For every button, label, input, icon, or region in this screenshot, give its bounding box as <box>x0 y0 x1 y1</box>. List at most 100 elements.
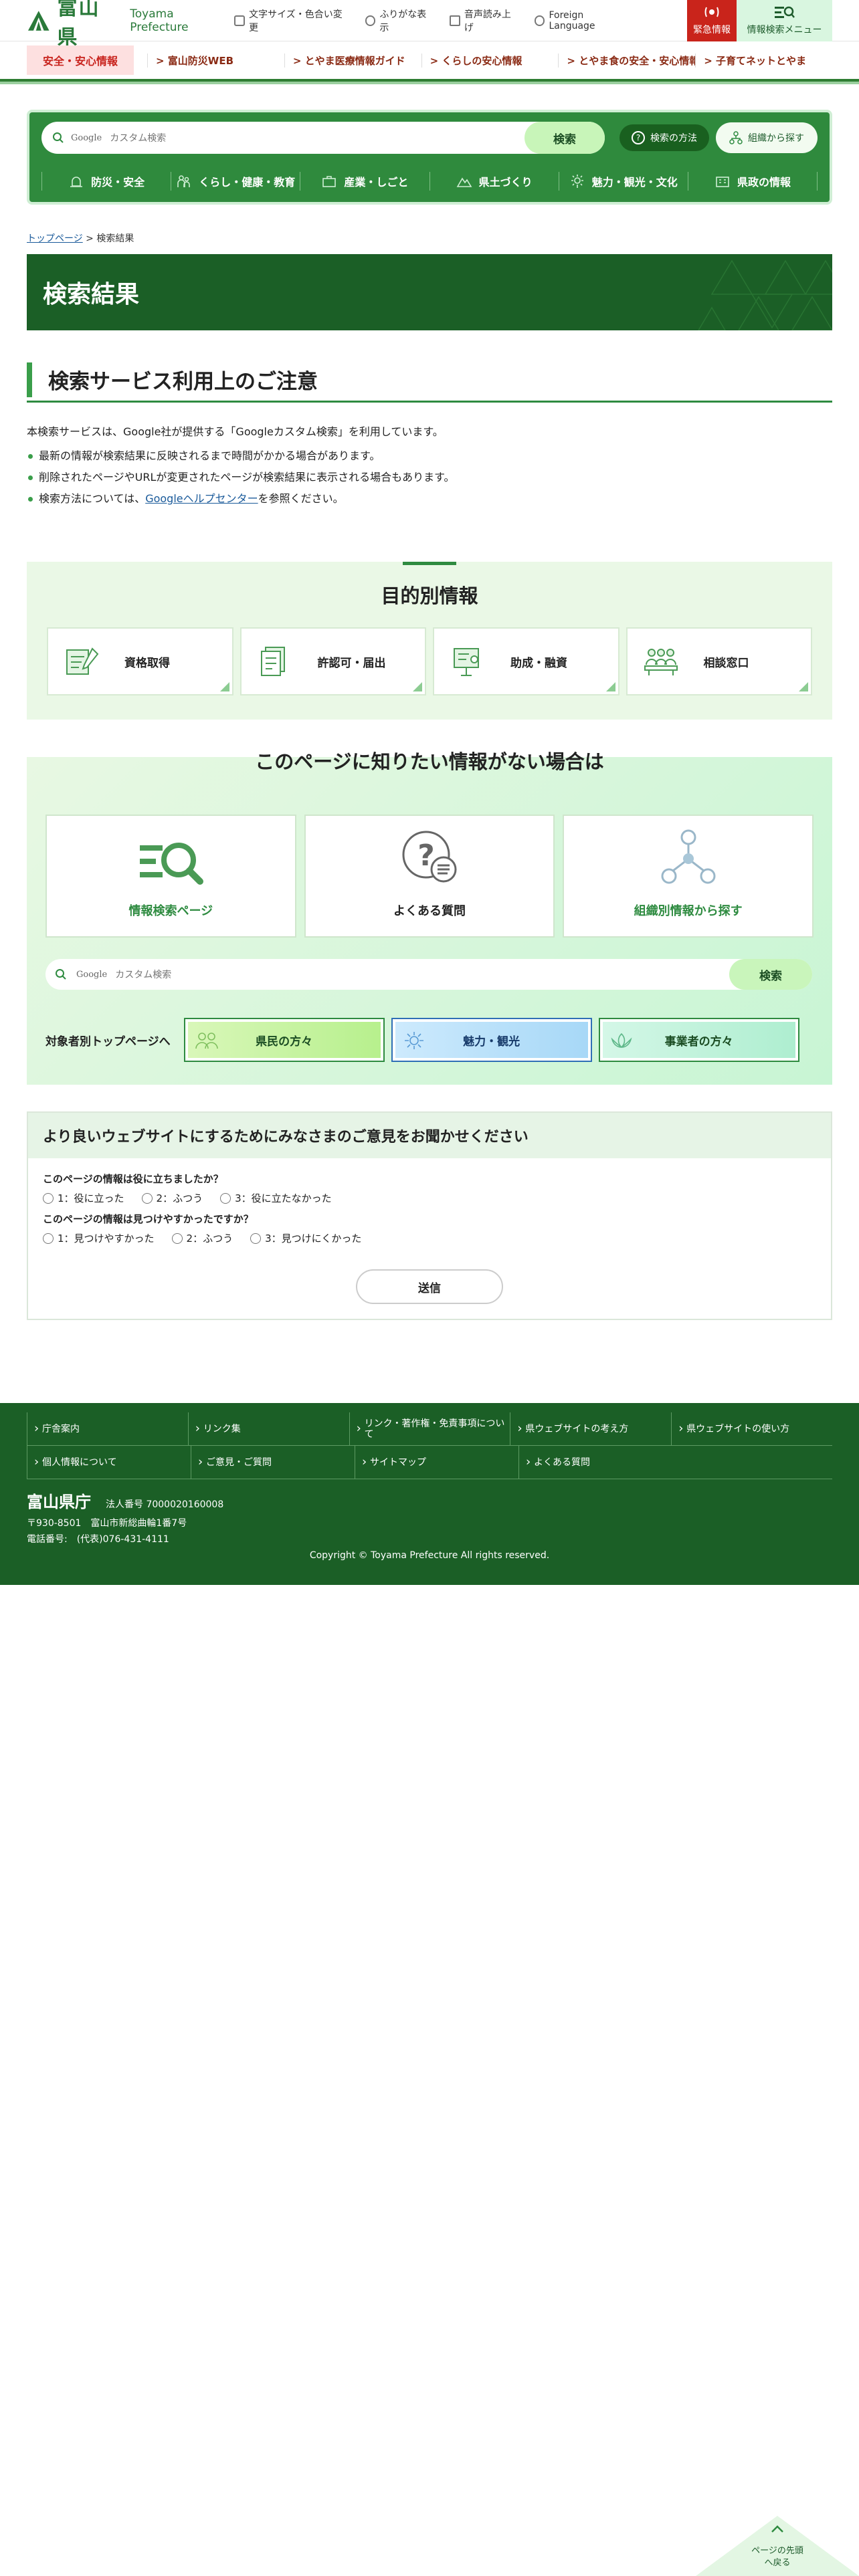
speaker-icon <box>450 15 460 26</box>
info-search-menu-button[interactable]: 情報検索メニュー <box>737 0 832 41</box>
footer-link-chousha[interactable]: 庁舎案内 <box>27 1412 188 1445</box>
page-title: 検索結果 <box>43 281 140 308</box>
faq-card[interactable]: ? よくある質問 <box>304 815 555 938</box>
footer-phone: 電話番号: (代表)076-431-4111 <box>27 1534 169 1545</box>
breadcrumb-top-link[interactable]: トップページ <box>27 233 83 244</box>
q2-option-3[interactable]: 3：見つけにくかった <box>250 1231 361 1245</box>
footer-link-links[interactable]: リンク集 <box>187 1412 349 1445</box>
q2-option-2[interactable]: 2：ふつう <box>171 1231 233 1245</box>
not-found-cards: 情報検索ページ ? よくある質問 組織別情報から探す <box>45 815 814 938</box>
site-logo[interactable]: 富山県 Toyama Prefecture <box>27 0 234 50</box>
not-found-search-button[interactable]: 検索 <box>729 959 812 990</box>
radio-button[interactable] <box>220 1192 231 1204</box>
info-search-page-card[interactable]: 情報検索ページ <box>45 815 296 938</box>
page-title-bar: 検索結果 <box>27 254 832 330</box>
gnav-bousai[interactable]: 防災・安全 <box>41 172 171 191</box>
google-help-link[interactable]: Googleヘルプセンター <box>145 492 258 505</box>
safety-label: 安全・安心情報 <box>27 45 134 75</box>
footer-link-faq[interactable]: よくある質問 <box>518 1446 682 1479</box>
section-top-accent <box>403 562 456 565</box>
purpose-card-soudan[interactable]: 相談窓口 <box>626 627 812 695</box>
search-by-org-button[interactable]: 組織から探す <box>716 122 818 153</box>
footer-link-sitemap[interactable]: サイトマップ <box>355 1446 518 1479</box>
gnav-kensei[interactable]: 県政の情報 <box>687 172 818 191</box>
radio-button[interactable] <box>250 1232 262 1244</box>
org-info-card[interactable]: 組織別情報から探す <box>563 815 814 938</box>
globe-icon <box>534 15 545 26</box>
safety-link-bousai[interactable]: > 富山防災WEB <box>147 53 284 68</box>
notice-body: 本検索サービスは、Google社が提供する「Googleカスタム検索」を利用して… <box>27 421 832 510</box>
emergency-button[interactable]: 緊急情報 <box>687 0 737 41</box>
radio-button[interactable] <box>43 1192 54 1204</box>
not-found-search-input[interactable] <box>115 969 729 980</box>
feedback-q2-options: 1：見つけやすかった 2：ふつう 3：見つけにくかった <box>43 1231 831 1245</box>
page-top-button[interactable]: ページの先頭へ戻る <box>696 2516 859 2576</box>
card-corner-arrow <box>605 682 615 691</box>
gnav-kendo[interactable]: 県土づくり <box>429 172 559 191</box>
feedback-q1: このページの情報は役に立ちましたか？ <box>43 1173 223 1185</box>
q1-option-3[interactable]: 3：役に立たなかった <box>220 1191 332 1205</box>
footer-link-row: 個人情報について ご意見・ご質問 サイトマップ よくある質問 <box>27 1446 832 1479</box>
footer-links: 庁舎案内 リンク集 リンク・著作権・免責事項について 県ウェブサイトの考え方 県… <box>27 1412 832 1479</box>
search-howto-button[interactable]: ? 検索の方法 <box>619 124 709 151</box>
gnav-kurashi[interactable]: くらし・健康・教育 <box>171 172 300 191</box>
q1-option-1[interactable]: 1：役に立った <box>43 1191 124 1205</box>
footer-link-row: 庁舎案内 リンク集 リンク・著作権・免責事項について 県ウェブサイトの考え方 県… <box>27 1412 832 1446</box>
title-decoration-pattern <box>698 259 832 330</box>
notice-heading-block: 検索サービス利用上のご注意 <box>27 358 832 403</box>
purpose-section: 目的別情報 資格取得 許認可・届出 助成・融資 相談窓口 <box>27 562 832 720</box>
audience-tourism-button[interactable]: 魅力・観光 <box>391 1018 592 1062</box>
furigana-link[interactable]: ふりがな表示 <box>365 7 436 34</box>
site-footer: 庁舎案内 リンク集 リンク・著作権・免責事項について 県ウェブサイトの考え方 県… <box>0 1403 859 1585</box>
safety-link-shoku[interactable]: > とやま食の安全・安心情報 <box>558 53 695 68</box>
footer-org-name: 富山県庁 法人番号 7000020160008 <box>27 1493 224 1511</box>
audience-residents-button[interactable]: 県民の方々 <box>183 1018 385 1062</box>
audience-links: 対象者別トップページへ 県民の方々 魅力・観光 事業者の方々 <box>45 1018 799 1062</box>
purpose-card-kyoninka[interactable]: 許認可・届出 <box>240 627 426 695</box>
breadcrumb-current: 検索結果 <box>96 233 134 244</box>
footer-link-copyright[interactable]: リンク・著作権・免責事項について <box>349 1412 510 1445</box>
foreign-language-link[interactable]: Foreign Language <box>534 10 632 31</box>
safety-link-kurashi[interactable]: > くらしの安心情報 <box>421 53 559 68</box>
feedback-q2: このページの情報は見つけやすかったですか？ <box>43 1213 254 1225</box>
logo-text-ja: 富山県 <box>57 0 100 49</box>
radio-button[interactable] <box>141 1192 153 1204</box>
info-search-icon <box>140 843 204 885</box>
not-found-heading: このページに知りたい情報がない場合は <box>255 750 604 773</box>
family-icon <box>177 175 191 187</box>
furigana-icon <box>365 15 376 26</box>
audience-business-button[interactable]: 事業者の方々 <box>598 1018 799 1062</box>
footer-link-policy[interactable]: 県ウェブサイトの考え方 <box>510 1412 671 1445</box>
card-corner-arrow <box>799 682 808 691</box>
safety-link-iryou[interactable]: > とやま医療情報ガイド <box>284 53 421 68</box>
feedback-send-button[interactable]: 送信 <box>356 1269 503 1304</box>
voice-read-link[interactable]: 音声読み上げ <box>450 7 520 34</box>
org-tree-icon <box>661 829 716 884</box>
not-found-search-box: Google 検索 <box>45 959 812 990</box>
footer-link-usage[interactable]: 県ウェブサイトの使い方 <box>671 1412 832 1445</box>
purpose-cards: 資格取得 許認可・届出 助成・融資 相談窓口 <box>47 627 812 695</box>
radio-button[interactable] <box>43 1232 54 1244</box>
q1-option-2[interactable]: 2：ふつう <box>141 1191 203 1205</box>
gnav-miryoku[interactable]: 魅力・観光・文化 <box>558 172 688 191</box>
text-size-link[interactable]: 文字サイズ・色合い変更 <box>234 7 350 34</box>
search-icon <box>53 132 64 143</box>
not-found-section: このページに知りたい情報がない場合は 情報検索ページ ? よくある質問 組織別情… <box>27 750 832 1085</box>
radio-button[interactable] <box>171 1232 183 1244</box>
safety-link-kosodate[interactable]: > 子育てネットとやま <box>695 53 832 68</box>
search-button[interactable]: 検索 <box>524 122 605 154</box>
search-panel: Google 検索 ? 検索の方法 組織から探す 防災・安全 くらし・健康・教育… <box>27 110 832 205</box>
purpose-card-shikaku[interactable]: 資格取得 <box>47 627 233 695</box>
footer-link-opinion[interactable]: ご意見・ご質問 <box>191 1446 355 1479</box>
corp-number: 法人番号 7000020160008 <box>106 1499 224 1510</box>
q2-option-1[interactable]: 1：見つけやすかった <box>43 1231 155 1245</box>
building-icon <box>716 177 729 187</box>
google-brand: Google <box>76 969 108 980</box>
notice-item: 最新の情報が検索結果に反映されるまで時間がかかる場合があります。 <box>27 445 832 467</box>
card-corner-arrow <box>219 682 229 691</box>
purpose-card-josei[interactable]: 助成・融資 <box>433 627 619 695</box>
subsidy-board-icon <box>454 648 479 676</box>
logo-mountain-icon <box>27 10 50 31</box>
footer-link-privacy[interactable]: 個人情報について <box>27 1446 191 1479</box>
gnav-sangyou[interactable]: 産業・しごと <box>300 172 429 191</box>
